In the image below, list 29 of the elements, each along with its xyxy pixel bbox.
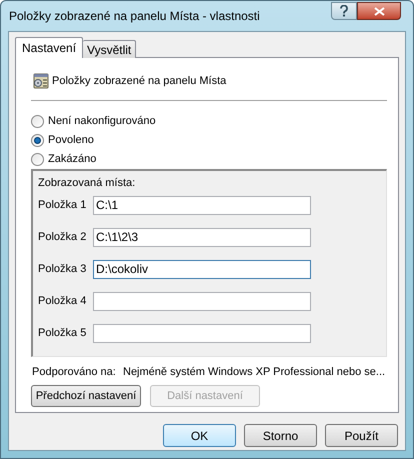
item-label: Položka 3: [38, 262, 88, 277]
item-label: Položka 1: [38, 198, 88, 213]
path-input-field[interactable]: C:\1: [93, 196, 311, 214]
policy-settings-icon: [33, 73, 49, 90]
close-icon: [374, 6, 384, 16]
path-input-field[interactable]: [93, 324, 311, 342]
supported-value: Nejméně systém Windows XP Professional nebo se...: [123, 364, 386, 380]
radio-option[interactable]: Povoleno: [31, 132, 383, 148]
tab[interactable]: Vysvětlit: [83, 40, 136, 58]
window-title: Položky zobrazené na panelu Místa - vlastnosti: [9, 8, 261, 25]
settings-nav-button[interactable]: Předchozí nastavení: [31, 385, 141, 407]
radio-option[interactable]: Zakázáno: [31, 152, 383, 166]
close-button[interactable]: [357, 2, 401, 20]
path-input-field[interactable]: [93, 292, 311, 310]
dialog-button[interactable]: Použít: [325, 424, 398, 447]
dialog-button[interactable]: Storno: [244, 424, 317, 447]
dialog-button[interactable]: OK: [163, 424, 236, 447]
help-button[interactable]: [331, 2, 357, 20]
supported-label: Podporováno na:: [32, 364, 117, 380]
item-label: Položka 2: [38, 230, 88, 245]
group-caption: Zobrazovaná místa:: [38, 176, 136, 190]
path-input-field[interactable]: C:\1\2\3: [93, 228, 311, 246]
path-input-field[interactable]: D:\cokoliv: [93, 260, 311, 278]
item-label: Položka 4: [38, 294, 88, 309]
item-label: Položka 5: [38, 326, 88, 341]
policy-name: Položky zobrazené na panelu Místa: [52, 74, 226, 89]
radio-option[interactable]: Není nakonfigurováno: [31, 114, 383, 128]
help-icon: [339, 5, 349, 17]
tab[interactable]: Nastavení: [15, 37, 84, 58]
